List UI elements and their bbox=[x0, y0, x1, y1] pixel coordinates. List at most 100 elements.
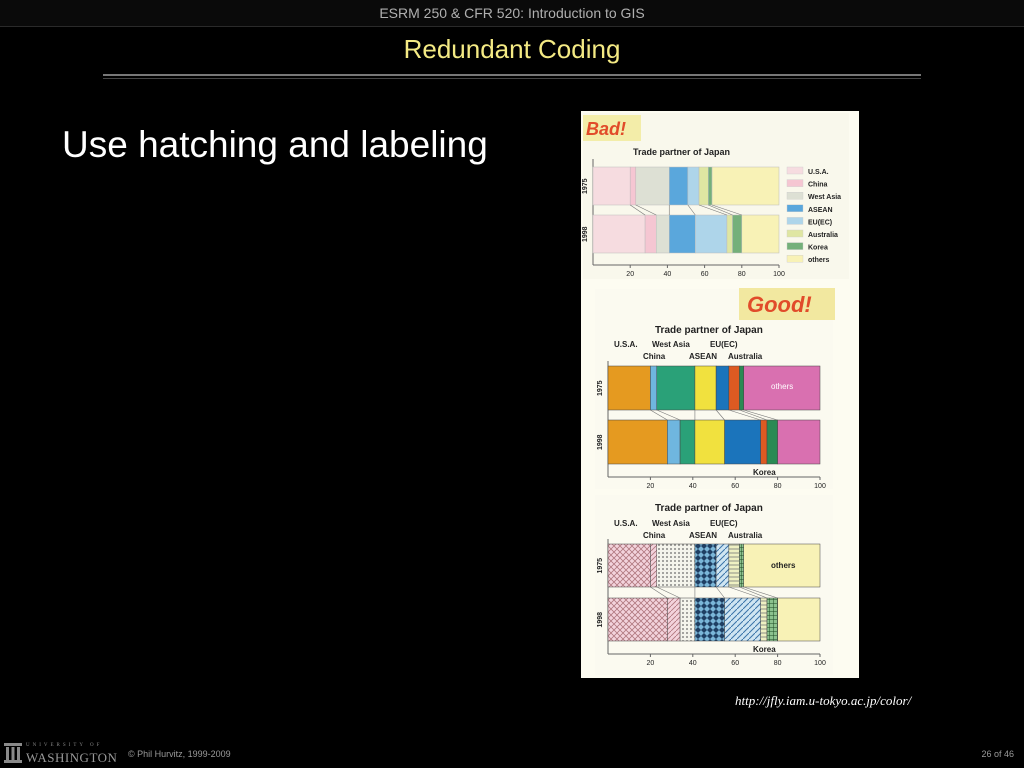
bad-chart-title: Trade partner of Japan bbox=[633, 147, 730, 157]
hatched-others-label: others bbox=[771, 561, 796, 570]
bad-chart-bar-australia-1998 bbox=[726, 214, 733, 254]
hatched-chart-year-label: 1998 bbox=[597, 612, 604, 628]
hatched-chart-bar-australia-1998 bbox=[760, 597, 768, 642]
bad-label: Bad! bbox=[586, 119, 626, 139]
good-chart-tick-label: 80 bbox=[774, 483, 782, 490]
good-chart-bar-korea-1975 bbox=[739, 365, 744, 411]
slide-title: Redundant Coding bbox=[403, 34, 621, 64]
source-link[interactable]: http://jfly.iam.u-tokyo.ac.jp/color/ bbox=[735, 693, 911, 709]
good-chart-bar-usa-1975 bbox=[607, 365, 651, 411]
hatched-top-label: China bbox=[643, 531, 666, 540]
redundant-coding-figure: Bad! Good! Trade partner of Japan 20 40 60 80 1… bbox=[581, 111, 859, 678]
legend-swatch-7 bbox=[786, 254, 804, 263]
good-top-label: ASEAN bbox=[689, 352, 717, 361]
good-chart-tick-label: 60 bbox=[731, 483, 739, 490]
hatched-chart-bar-china-1975 bbox=[650, 543, 658, 588]
bad-chart-tick-label: 100 bbox=[773, 271, 785, 278]
bad-chart-bar-euec-1998 bbox=[695, 214, 728, 254]
good-chart-bar-korea-1998 bbox=[766, 419, 778, 465]
legend-label: ASEAN bbox=[808, 207, 833, 214]
legend-label: China bbox=[808, 182, 828, 189]
copyright-text: © Phil Hurvitz, 1999-2009 bbox=[128, 749, 231, 759]
bad-chart-year-label: 1998 bbox=[582, 226, 589, 242]
good-korea-label: Korea bbox=[753, 468, 776, 477]
good-others-label: others bbox=[771, 382, 793, 391]
good-chart-bar-westasia-1975 bbox=[656, 365, 696, 411]
hatched-top-label: Australia bbox=[728, 531, 763, 540]
good-chart-bar-asean-1975 bbox=[694, 365, 717, 411]
bad-chart-bar-usa-1998 bbox=[592, 214, 646, 254]
good-top-label: Australia bbox=[728, 352, 763, 361]
hatched-chart-bar-westasia-1998 bbox=[679, 597, 696, 642]
course-title: ESRM 250 & CFR 520: Introduction to GIS bbox=[0, 0, 1024, 27]
uw-logo: UNIVERSITY OF WASHINGTON bbox=[4, 741, 122, 765]
bad-chart-tick-label: 20 bbox=[626, 271, 634, 278]
hatched-chart-bar-korea-1998 bbox=[766, 597, 778, 642]
trade-partner-charts: Bad! Good! Trade partner of Japan 20 40 60 80 1… bbox=[582, 113, 849, 675]
bad-chart-bar-euec-1975 bbox=[687, 166, 700, 206]
page-number: 26 of 46 bbox=[981, 749, 1014, 759]
hatched-chart-tick-label: 80 bbox=[774, 660, 782, 667]
legend-swatch-0 bbox=[786, 166, 804, 175]
good-chart-bar-euec-1975 bbox=[715, 365, 730, 411]
legend-swatch-6 bbox=[786, 242, 804, 250]
good-top-label: West Asia bbox=[652, 340, 690, 349]
legend-swatch-4 bbox=[786, 217, 804, 225]
legend-swatch-3 bbox=[786, 204, 804, 213]
hatched-chart-bar-asean-1998 bbox=[694, 597, 725, 642]
bad-chart-bar-others-1998 bbox=[741, 214, 780, 254]
hatched-chart-title: Trade partner of Japan bbox=[655, 503, 763, 514]
legend-label: Korea bbox=[808, 245, 828, 252]
bad-chart-bar-korea-1975 bbox=[708, 166, 713, 206]
good-chart-bar-china-1975 bbox=[650, 365, 658, 411]
hatched-chart-bar-usa-1975 bbox=[607, 543, 651, 588]
good-top-label: China bbox=[643, 352, 666, 361]
title-divider-shadow bbox=[103, 78, 921, 79]
bad-chart-bar-asean-1998 bbox=[669, 214, 696, 254]
bad-chart-tick-label: 60 bbox=[701, 271, 709, 278]
bad-chart-bar-china-1975 bbox=[629, 166, 637, 206]
good-chart-bar-australia-1998 bbox=[760, 419, 768, 465]
good-chart-bar-westasia-1998 bbox=[679, 419, 696, 465]
hatched-top-label: U.S.A. bbox=[614, 519, 638, 528]
legend-swatch-1 bbox=[786, 179, 804, 187]
legend-swatch-5 bbox=[786, 229, 804, 238]
logo-university-of: UNIVERSITY OF bbox=[26, 743, 103, 748]
hatched-chart-bar-euec-1998 bbox=[724, 597, 761, 642]
hatched-top-label: West Asia bbox=[652, 519, 690, 528]
good-chart-tick-label: 40 bbox=[689, 483, 697, 490]
hatched-korea-label: Korea bbox=[753, 645, 776, 654]
good-chart-bar-usa-1998 bbox=[607, 419, 668, 465]
hatched-chart-bar-euec-1975 bbox=[715, 543, 730, 588]
hatched-chart-bar-australia-1975 bbox=[728, 543, 740, 588]
good-chart-year-label: 1998 bbox=[597, 434, 604, 450]
bad-chart-bar-asean-1975 bbox=[669, 166, 689, 206]
good-chart-bar-asean-1998 bbox=[694, 419, 725, 465]
good-top-label: EU(EC) bbox=[710, 340, 738, 349]
bad-chart-tick-label: 40 bbox=[664, 271, 672, 278]
hatched-chart-tick-label: 100 bbox=[814, 660, 826, 667]
hatched-chart-bar-usa-1998 bbox=[607, 597, 668, 642]
good-chart-bar-australia-1975 bbox=[728, 365, 740, 411]
good-top-label: U.S.A. bbox=[614, 340, 638, 349]
bad-chart-year-label: 1975 bbox=[582, 178, 589, 194]
good-chart-tick-label: 100 bbox=[814, 483, 826, 490]
good-chart-tick-label: 20 bbox=[647, 483, 655, 490]
logo-washington: WASHINGTON bbox=[26, 750, 118, 765]
bad-chart-bar-usa-1975 bbox=[592, 166, 631, 206]
bad-chart-bar-westasia-1998 bbox=[655, 214, 670, 254]
legend-swatch-2 bbox=[786, 191, 804, 200]
hatched-chart-bar-asean-1975 bbox=[694, 543, 717, 588]
legend-label: others bbox=[808, 257, 830, 264]
legend-label: West Asia bbox=[808, 194, 841, 201]
bad-chart-bar-australia-1975 bbox=[698, 166, 709, 206]
bad-chart-tick-label: 80 bbox=[738, 271, 746, 278]
legend-label: Australia bbox=[808, 232, 838, 239]
good-chart-bar-others-1998 bbox=[777, 419, 821, 465]
hatched-chart-tick-label: 40 bbox=[689, 660, 697, 667]
bad-chart-bar-china-1998 bbox=[644, 214, 657, 254]
legend-label: U.S.A. bbox=[808, 169, 829, 176]
hatched-chart-year-label: 1975 bbox=[597, 558, 604, 574]
bad-chart-bar-others-1975 bbox=[711, 166, 780, 206]
bad-chart-bar-korea-1998 bbox=[732, 214, 743, 254]
